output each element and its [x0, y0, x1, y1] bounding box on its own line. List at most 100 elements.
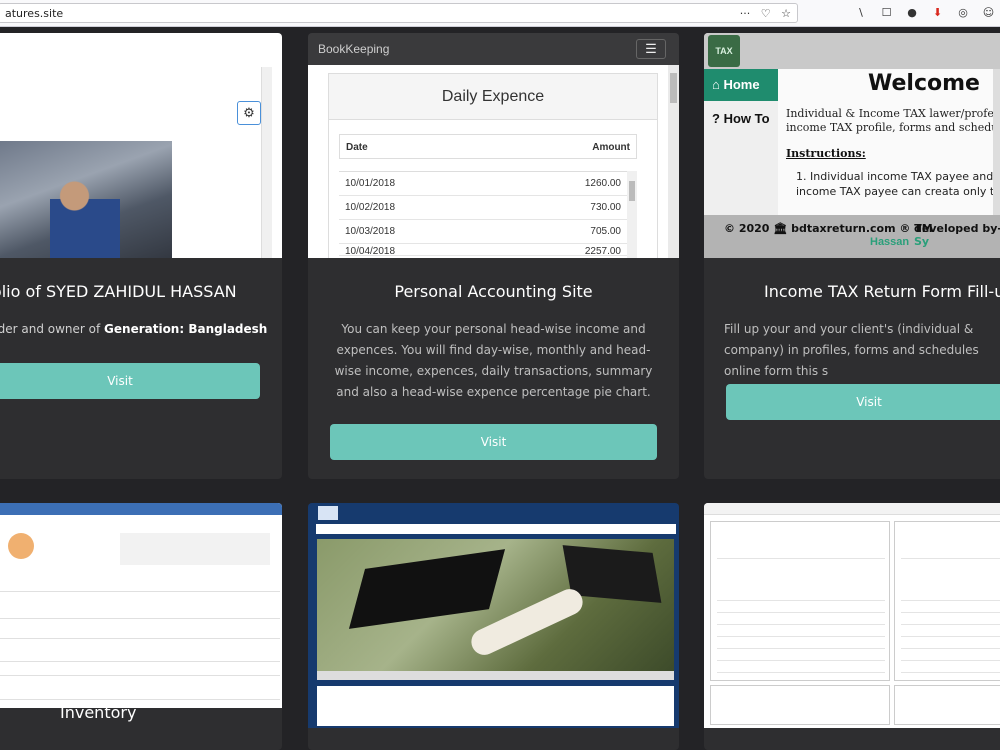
divider [901, 558, 1000, 559]
training-card [704, 503, 1000, 750]
developer-name[interactable]: Sy [914, 235, 929, 248]
thumbnail-scrollbar[interactable] [261, 67, 272, 258]
row-date: 10/02/2018 [345, 202, 396, 213]
divider [717, 672, 885, 673]
table-body: 10/01/2018 1260.00 10/02/2018 730.00 10/03… [339, 171, 627, 256]
profile-form [120, 533, 270, 565]
person-figure [50, 169, 120, 258]
row-amount: 2257.00 [584, 246, 621, 256]
nav-how-to[interactable]: ? How To [704, 103, 778, 135]
divider [717, 624, 885, 625]
card-title: Inventory [60, 703, 137, 722]
download-icon[interactable]: ⬇ [927, 6, 949, 19]
card-description: Fill up your and your client's (individu… [724, 322, 979, 378]
tax-footer: © 2020 🏛 bdtaxreturn.com ® TM developed … [704, 215, 1000, 258]
url-text: atures.site [5, 7, 64, 20]
cogent-navbar [316, 524, 676, 534]
card-description: nder and owner of Generation: Bangladesh [0, 319, 282, 340]
portfolio-card: ⚙ tfolio of SYED ZAHIDUL HASSAN nder and… [0, 33, 282, 479]
divider [717, 660, 885, 661]
divider [717, 558, 885, 559]
nav-home-label: Home [723, 77, 760, 92]
visit-button[interactable]: Visit [330, 424, 657, 460]
library-icon[interactable]: \ [850, 6, 872, 19]
profile-icon[interactable]: ☺ [978, 6, 1000, 19]
inventory-thumbnail [0, 503, 282, 708]
bookmark-star-icon[interactable]: ☆ [781, 7, 791, 20]
card-title: Personal Accounting Site [394, 282, 593, 301]
nav-home[interactable]: ⌂ Home [704, 69, 778, 101]
row-amount: 730.00 [590, 202, 621, 213]
divider [0, 699, 280, 700]
thumbnail-scrollbar[interactable] [668, 65, 679, 258]
table-row: 10/02/2018 730.00 [339, 196, 627, 220]
developer-prefix: developed by- [914, 222, 1000, 235]
tax-logo: TAX [708, 35, 740, 67]
divider [0, 591, 280, 592]
daily-expence-panel: Daily Expence Date Amount 10/01/2018 1260… [328, 73, 658, 258]
avatar [8, 533, 34, 559]
card-desc-text: nder and owner of [0, 322, 105, 336]
tax-main-content: Welcome Individual & Income TAX lawer/pr… [778, 69, 1000, 215]
cogent-lower-content [317, 686, 674, 726]
table-scrollbar[interactable] [627, 171, 637, 258]
page-actions-icon[interactable]: ··· [740, 7, 751, 20]
hamburger-menu-icon[interactable]: ☰ [636, 39, 666, 59]
divider [901, 636, 1000, 637]
training-navbar [704, 503, 1000, 515]
nav-howto-label: How To [723, 111, 770, 126]
training-panel [894, 521, 1000, 681]
slider-captions [317, 671, 674, 680]
card-title: tfolio of SYED ZAHIDUL HASSAN [0, 282, 237, 301]
bookkeeping-navbar: BookKeeping ☰ [308, 33, 679, 65]
browser-toolbar: atures.site ··· ♡ ☆ \ ☐ ● ⬇ ◎ ☺ [0, 0, 1000, 27]
table-header: Date Amount [339, 134, 637, 159]
row-date: 10/01/2018 [345, 178, 396, 189]
table-row: 10/04/2018 2257.00 [339, 244, 627, 256]
account-icon[interactable]: ● [901, 6, 923, 19]
row-date: 10/04/2018 [345, 246, 396, 256]
instruction-text: Individual income TAX payee and Com inco… [796, 170, 1000, 198]
instructions-heading: Instructions: [786, 147, 866, 160]
cogent-thumbnail [308, 503, 679, 728]
welcome-heading: Welcome [868, 71, 980, 96]
pocket-icon[interactable]: ♡ [761, 7, 771, 20]
extension-icon[interactable]: ◎ [952, 6, 974, 19]
row-date: 10/03/2018 [345, 226, 396, 237]
graduation-photo [317, 539, 674, 671]
expence-table: Date Amount 10/01/2018 1260.00 10/02/2018… [339, 134, 637, 258]
divider [901, 624, 1000, 625]
browser-extensions: \ ☐ ● ⬇ ◎ ☺ [850, 6, 1000, 19]
card-title: Income TAX Return Form Fill-up Si [764, 282, 1000, 301]
divider [901, 612, 1000, 613]
visit-button[interactable]: Visit [0, 363, 260, 399]
divider [0, 638, 280, 639]
cogent-logo [318, 506, 338, 520]
divider [0, 675, 280, 676]
column-header-amount: Amount [592, 142, 630, 153]
accounting-card: BookKeeping ☰ Daily Expence Date Amount … [308, 33, 679, 479]
divider [901, 660, 1000, 661]
bookkeeping-body: Daily Expence Date Amount 10/01/2018 1260… [308, 65, 679, 258]
graduation-cap [348, 549, 506, 629]
divider [901, 600, 1000, 601]
divider [0, 661, 280, 662]
table-row: 10/01/2018 1260.00 [339, 172, 627, 196]
training-thumbnail [704, 503, 1000, 728]
question-icon: ? [712, 111, 724, 126]
footer-copyright: © 2020 🏛 bdtaxreturn.com ® TM [724, 222, 933, 235]
divider [717, 636, 885, 637]
tax-site-header: TAX [704, 33, 1000, 69]
url-actions: ··· ♡ ☆ [733, 7, 791, 20]
inventory-topbar [0, 503, 282, 515]
visit-button[interactable]: Visit [726, 384, 1000, 420]
developer-surname[interactable]: Hassan [870, 236, 909, 248]
training-panel [710, 521, 890, 681]
tax-side-nav: ⌂ Home ? How To [704, 69, 778, 215]
row-amount: 705.00 [590, 226, 621, 237]
address-bar[interactable]: atures.site ··· ♡ ☆ [0, 3, 798, 23]
sidebar-icon[interactable]: ☐ [876, 6, 898, 19]
intro-text: Individual & Income TAX lawer/profession… [786, 107, 1000, 134]
settings-gear-icon[interactable]: ⚙ [237, 101, 261, 125]
brand-label[interactable]: BookKeeping [318, 42, 389, 56]
